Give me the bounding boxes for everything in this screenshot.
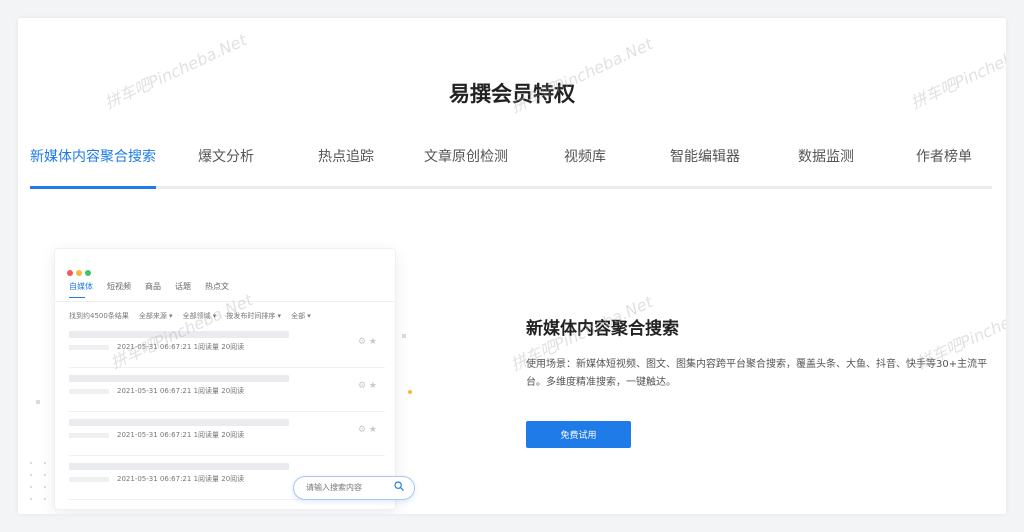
settings-icon: ⚙ bbox=[357, 425, 367, 435]
title-placeholder bbox=[69, 331, 289, 338]
preview-filters: 找到约4500条结果 全部来源 ▾ 全部领域 ▾ 按发布时间排序 ▾ 全部 ▾ bbox=[69, 311, 321, 321]
decorative-square bbox=[36, 400, 40, 404]
preview-tab: 热点文 bbox=[205, 282, 229, 291]
maximize-dot-icon bbox=[85, 270, 91, 276]
title-placeholder bbox=[69, 419, 289, 426]
star-icon: ★ bbox=[368, 337, 377, 347]
star-icon: ★ bbox=[368, 425, 377, 435]
page-title: 易撰会员特权 bbox=[449, 82, 575, 106]
item-actions: ⚙ ★ bbox=[358, 337, 377, 347]
tab-content-search[interactable]: 新媒体内容聚合搜索 bbox=[30, 144, 156, 189]
divider bbox=[55, 301, 395, 302]
list-item: 2021-05-31 06:67:21 1阅读量 20阅读 ⚙ ★ bbox=[69, 375, 385, 412]
search-input[interactable] bbox=[306, 480, 386, 494]
item-meta: 2021-05-31 06:67:21 1阅读量 20阅读 bbox=[117, 343, 245, 351]
search-preview-window: 自媒体 短视频 商品 话题 热点文 找到约4500条结果 全部来源 ▾ 全部领域 ▾ 按发布时… bbox=[54, 248, 396, 510]
item-meta: 2021-05-31 06:67:21 1阅读量 20阅读 bbox=[117, 431, 245, 439]
source-placeholder bbox=[69, 345, 109, 350]
filter-all: 全部 ▾ bbox=[291, 312, 311, 320]
item-meta: 2021-05-31 06:67:21 1阅读量 20阅读 bbox=[117, 475, 245, 483]
preview-tab: 短视频 bbox=[107, 282, 131, 291]
list-item: 2021-05-31 06:67:21 1阅读量 20阅读 ⚙ ★ bbox=[69, 419, 385, 456]
tab-hot-tracking[interactable]: 热点追踪 bbox=[318, 144, 374, 186]
filter-domain: 全部领域 ▾ bbox=[182, 312, 217, 320]
tab-smart-editor[interactable]: 智能编辑器 bbox=[670, 144, 740, 186]
item-actions: ⚙ ★ bbox=[358, 381, 377, 391]
preview-search-box[interactable] bbox=[293, 476, 415, 500]
source-placeholder bbox=[69, 389, 109, 394]
source-placeholder bbox=[69, 433, 109, 438]
free-trial-button[interactable]: 免费试用 bbox=[526, 421, 631, 448]
preview-tabs: 自媒体 短视频 商品 话题 热点文 bbox=[69, 281, 243, 292]
tab-video-library[interactable]: 视频库 bbox=[564, 144, 606, 186]
close-dot-icon bbox=[67, 270, 73, 276]
window-controls bbox=[67, 261, 94, 280]
settings-icon: ⚙ bbox=[357, 381, 367, 391]
tab-originality-check[interactable]: 文章原创检测 bbox=[424, 144, 508, 186]
item-meta: 2021-05-31 06:67:21 1阅读量 20阅读 bbox=[117, 387, 245, 395]
privileges-card: 易撰会员特权 新媒体内容聚合搜索 爆文分析 热点追踪 文章原创检测 视频库 智能… bbox=[18, 18, 1006, 514]
preview-tab: 话题 bbox=[175, 282, 191, 291]
item-actions: ⚙ ★ bbox=[358, 425, 377, 435]
feature-description: 使用场景：新媒体短视频、图文、图集内容跨平台聚合搜索，覆盖头条、大鱼、抖音、快手… bbox=[526, 359, 988, 388]
tab-data-monitor[interactable]: 数据监测 bbox=[798, 144, 854, 186]
decorative-dot bbox=[408, 390, 412, 394]
minimize-dot-icon bbox=[76, 270, 82, 276]
result-count: 找到约4500条结果 bbox=[69, 312, 129, 320]
list-item: 2021-05-31 06:67:21 1阅读量 20阅读 ⚙ ★ bbox=[69, 331, 385, 368]
filter-sort: 按发布时间排序 ▾ bbox=[226, 312, 282, 320]
filter-source: 全部来源 ▾ bbox=[138, 312, 173, 320]
tab-viral-analysis[interactable]: 爆文分析 bbox=[198, 144, 254, 186]
preview-tab: 自媒体 bbox=[69, 282, 93, 291]
title-placeholder bbox=[69, 375, 289, 382]
feature-tabs: 新媒体内容聚合搜索 爆文分析 热点追踪 文章原创检测 视频库 智能编辑器 数据监… bbox=[30, 144, 992, 189]
preview-tab-indicator bbox=[69, 297, 85, 298]
preview-tab: 商品 bbox=[145, 282, 161, 291]
source-placeholder bbox=[69, 477, 109, 482]
feature-title: 新媒体内容聚合搜索 bbox=[526, 319, 679, 339]
title-placeholder bbox=[69, 463, 289, 470]
star-icon: ★ bbox=[368, 381, 377, 391]
search-icon[interactable] bbox=[394, 481, 404, 491]
tab-author-ranking[interactable]: 作者榜单 bbox=[916, 144, 972, 186]
settings-icon: ⚙ bbox=[357, 337, 367, 347]
decorative-square bbox=[402, 334, 406, 338]
